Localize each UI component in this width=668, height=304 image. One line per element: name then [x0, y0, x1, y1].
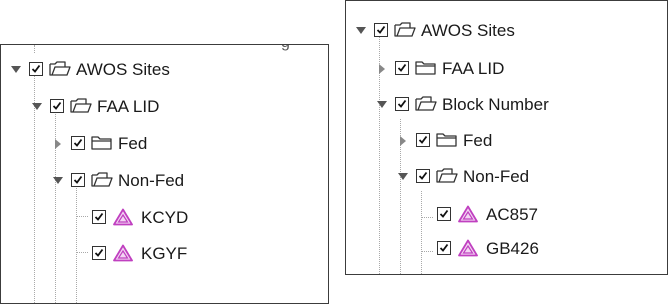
tree-panel-left: g AWOS Sites FAA LID	[0, 44, 329, 304]
node-checkbox[interactable]	[437, 207, 451, 221]
tree-node-site-kgyf[interactable]: KGYF	[1, 238, 328, 274]
open-folder-icon	[435, 166, 459, 186]
node-label: KCYD	[141, 208, 189, 227]
tree-node-faa-lid[interactable]: FAA LID	[1, 91, 328, 127]
tree-node-fed[interactable]: Fed	[1, 128, 328, 164]
closed-folder-icon	[414, 58, 438, 78]
open-folder-icon	[90, 170, 114, 190]
collapse-arrow-icon[interactable]	[374, 97, 390, 113]
node-label: KGYF	[141, 244, 188, 263]
triangle-site-icon	[456, 204, 480, 224]
node-checkbox[interactable]	[92, 246, 106, 260]
tree-panel-right: AWOS Sites FAA LID Block Number Fed Non-…	[345, 0, 668, 275]
node-checkbox[interactable]	[395, 61, 409, 75]
triangle-site-icon	[111, 207, 135, 227]
node-checkbox[interactable]	[395, 97, 409, 111]
collapse-arrow-icon[interactable]	[395, 169, 411, 185]
closed-folder-icon	[90, 133, 114, 153]
expand-arrow-icon[interactable]	[395, 133, 411, 149]
triangle-site-icon	[456, 238, 480, 258]
node-checkbox[interactable]	[71, 173, 85, 187]
node-label: Fed	[118, 134, 148, 153]
tree-node-non-fed[interactable]: Non-Fed	[346, 161, 667, 197]
node-label: Block Number	[442, 95, 549, 114]
tree-node-awos-sites[interactable]: AWOS Sites	[1, 54, 328, 90]
node-checkbox[interactable]	[50, 99, 64, 113]
expand-arrow-icon[interactable]	[374, 61, 390, 77]
node-checkbox[interactable]	[374, 23, 388, 37]
open-folder-icon	[69, 96, 93, 116]
node-label: AC857	[486, 205, 538, 224]
node-checkbox[interactable]	[416, 133, 430, 147]
node-label: FAA LID	[442, 59, 505, 78]
collapse-arrow-icon[interactable]	[353, 23, 369, 39]
node-label: AWOS Sites	[76, 60, 170, 79]
node-label: Non-Fed	[463, 167, 530, 186]
node-label: GB426	[486, 239, 539, 258]
closed-folder-icon	[435, 130, 459, 150]
tree-node-block-number[interactable]: Block Number	[346, 89, 667, 125]
node-label: AWOS Sites	[421, 21, 515, 40]
node-checkbox[interactable]	[29, 62, 43, 76]
node-checkbox[interactable]	[71, 136, 85, 150]
node-checkbox[interactable]	[416, 169, 430, 183]
node-label: FAA LID	[97, 97, 160, 116]
node-label: Non-Fed	[118, 171, 185, 190]
expand-arrow-icon[interactable]	[50, 136, 66, 152]
node-checkbox[interactable]	[92, 210, 106, 224]
triangle-site-icon	[111, 243, 135, 263]
tree-node-site-gb426[interactable]: GB426	[346, 233, 667, 269]
open-folder-icon	[414, 94, 438, 114]
open-folder-icon	[393, 20, 417, 40]
clipped-top-text: g	[281, 45, 290, 52]
node-checkbox[interactable]	[437, 241, 451, 255]
collapse-arrow-icon[interactable]	[29, 99, 45, 115]
collapse-arrow-icon[interactable]	[8, 62, 24, 78]
tree-node-site-kcyd[interactable]: KCYD	[1, 202, 328, 238]
tree-node-fed[interactable]: Fed	[346, 125, 667, 161]
tree-node-site-ac857[interactable]: AC857	[346, 199, 667, 235]
collapse-arrow-icon[interactable]	[50, 173, 66, 189]
tree-node-non-fed[interactable]: Non-Fed	[1, 165, 328, 201]
tree-node-awos-sites[interactable]: AWOS Sites	[346, 15, 667, 51]
tree-node-faa-lid[interactable]: FAA LID	[346, 53, 667, 89]
tree-guide-line	[34, 45, 35, 53]
open-folder-icon	[48, 59, 72, 79]
node-label: Fed	[463, 131, 493, 150]
